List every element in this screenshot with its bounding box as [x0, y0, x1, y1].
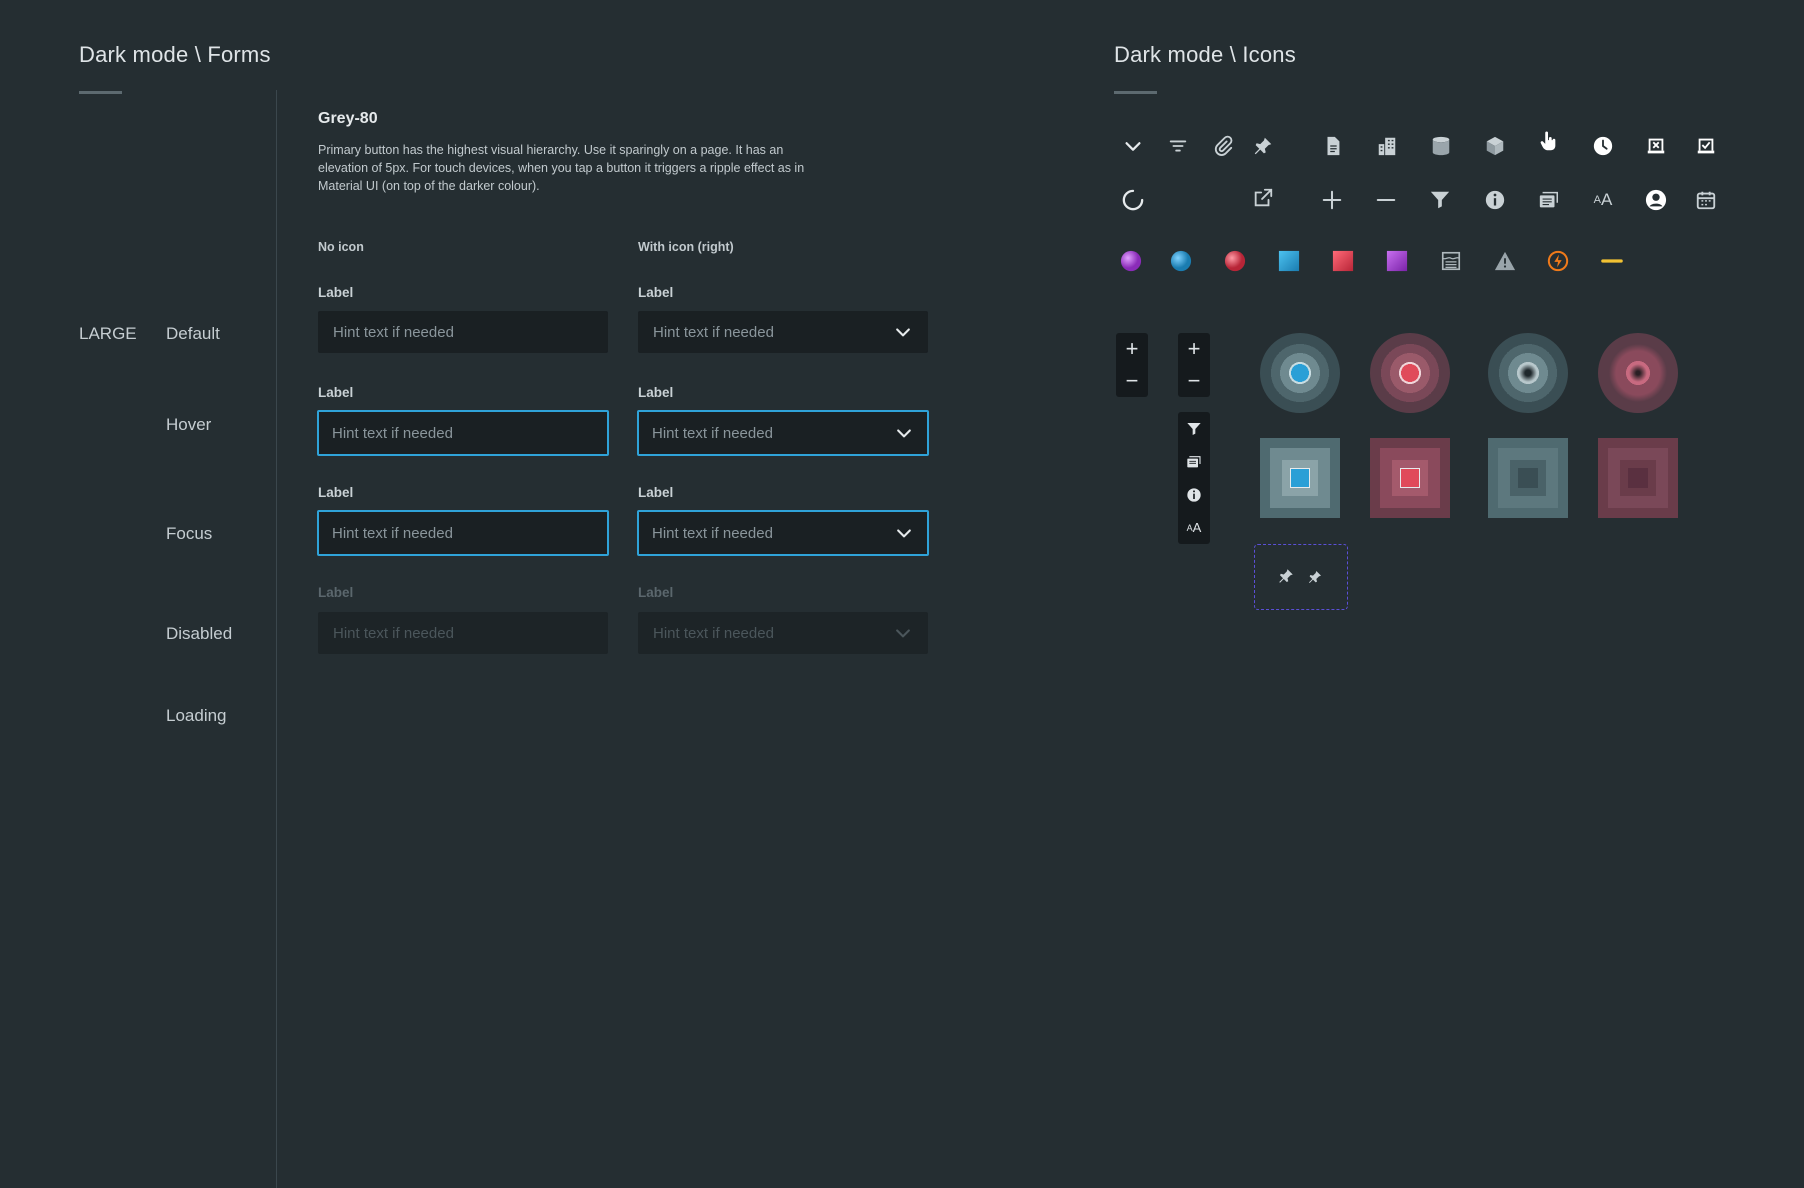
section-description: Primary button has the highest visual hi…: [318, 143, 805, 193]
font-size-icon[interactable]: AA: [1178, 511, 1210, 544]
zoom-out-button[interactable]: −: [1178, 365, 1210, 397]
column-header-no-icon: No icon: [318, 240, 364, 254]
input-hint: Hint text if needed: [653, 624, 774, 642]
forms-page-title: Dark mode \ Forms: [79, 42, 271, 67]
zoom-out-button[interactable]: −: [1116, 365, 1148, 397]
state-label-focus: Focus: [166, 524, 213, 543]
pin-icon[interactable]: [1277, 567, 1295, 585]
lightning-icon: [1544, 247, 1572, 275]
icons-page-title: Dark mode \ Icons: [1114, 42, 1296, 67]
blue-square-icon: [1275, 247, 1303, 275]
swatch-title: Grey-80: [318, 110, 378, 127]
field-label: Label: [638, 485, 674, 500]
cylinder-icon[interactable]: [1427, 132, 1455, 160]
buildings-icon[interactable]: [1373, 132, 1401, 160]
state-label-loading: Loading: [166, 706, 227, 725]
blue-sphere-icon: [1167, 247, 1195, 275]
cube-icon[interactable]: [1481, 132, 1509, 160]
column-header-with-icon: With icon (right): [638, 240, 734, 254]
external-link-icon[interactable]: [1249, 184, 1277, 212]
tray-x-icon[interactable]: [1642, 132, 1670, 160]
pin-variant-group: [1254, 544, 1348, 610]
user-circle-icon[interactable]: [1642, 186, 1670, 214]
hand-pointer-icon[interactable]: [1534, 128, 1562, 156]
water-tank-icon: [1437, 247, 1465, 275]
plus-icon[interactable]: [1318, 186, 1346, 214]
blue-square-marker: [1260, 438, 1340, 518]
select-input-hover[interactable]: Hint text if needed: [637, 410, 929, 456]
input-hint: Hint text if needed: [332, 424, 453, 442]
tray-check-icon[interactable]: [1692, 132, 1720, 160]
clock-icon[interactable]: [1589, 132, 1617, 160]
spinner-icon: [1119, 186, 1147, 214]
minus-icon[interactable]: [1372, 186, 1400, 214]
text-input-default[interactable]: Hint text if needed: [318, 311, 608, 353]
red-target-marker: [1370, 333, 1450, 413]
field-label: Label: [318, 285, 354, 300]
calendar-icon[interactable]: [1692, 186, 1720, 214]
grey-square-marker: [1488, 438, 1568, 518]
text-input-focus[interactable]: Hint text if needed: [317, 510, 609, 556]
input-hint: Hint text if needed: [333, 624, 454, 642]
input-hint: Hint text if needed: [653, 323, 774, 341]
pink-target-marker: [1598, 333, 1678, 413]
pin-icon[interactable]: [1307, 569, 1323, 585]
chevron-down-icon: [896, 629, 910, 638]
funnel-icon[interactable]: [1426, 186, 1454, 214]
select-input-focus[interactable]: Hint text if needed: [637, 510, 929, 556]
zoom-control: + −: [1178, 333, 1210, 397]
field-label-disabled: Label: [318, 585, 354, 600]
field-label: Label: [318, 485, 354, 500]
purple-sphere-icon: [1117, 247, 1145, 275]
text-input-hover[interactable]: Hint text if needed: [317, 410, 609, 456]
yellow-dash-icon: [1598, 247, 1626, 275]
field-label-disabled: Label: [638, 585, 674, 600]
stack-cards-icon[interactable]: [1535, 186, 1563, 214]
icons-title-underline: [1114, 91, 1157, 94]
info-icon[interactable]: [1178, 478, 1210, 511]
stack-cards-icon[interactable]: [1178, 445, 1210, 478]
funnel-icon[interactable]: [1178, 412, 1210, 445]
red-square-icon: [1329, 247, 1357, 275]
pin-icon[interactable]: [1249, 132, 1277, 160]
chevron-down-icon: [896, 328, 910, 337]
map-side-toolbar: AA: [1178, 412, 1210, 544]
zoom-in-button[interactable]: +: [1178, 333, 1210, 365]
filter-lines-icon[interactable]: [1164, 132, 1192, 160]
zoom-in-button[interactable]: +: [1116, 333, 1148, 365]
warning-icon: [1491, 247, 1519, 275]
chevron-down-icon[interactable]: [1119, 132, 1147, 160]
blue-target-marker: [1260, 333, 1340, 413]
grey-target-marker: [1488, 333, 1568, 413]
chevron-down-icon: [897, 429, 911, 438]
red-sphere-icon: [1221, 247, 1249, 275]
state-label-default: Default: [166, 324, 220, 343]
field-label: Label: [638, 385, 674, 400]
chevron-down-icon: [897, 529, 911, 538]
state-label-hover: Hover: [166, 415, 212, 434]
document-icon[interactable]: [1319, 132, 1347, 160]
field-label: Label: [638, 285, 674, 300]
pink-square-marker: [1598, 438, 1678, 518]
red-square-marker: [1370, 438, 1450, 518]
select-input-default[interactable]: Hint text if needed: [638, 311, 928, 353]
input-hint: Hint text if needed: [333, 323, 454, 341]
state-label-disabled: Disabled: [166, 624, 233, 643]
input-hint: Hint text if needed: [652, 424, 773, 442]
size-label-large: LARGE: [79, 324, 137, 343]
section-divider: [276, 90, 277, 1188]
input-hint: Hint text if needed: [652, 524, 773, 542]
select-input-disabled: Hint text if needed: [638, 612, 928, 654]
font-size-icon[interactable]: AAAA: [1589, 186, 1617, 214]
paperclip-icon[interactable]: [1209, 132, 1237, 160]
field-label: Label: [318, 385, 354, 400]
input-hint: Hint text if needed: [332, 524, 453, 542]
info-icon[interactable]: [1481, 186, 1509, 214]
purple-square-icon: [1383, 247, 1411, 275]
zoom-control: + −: [1116, 333, 1148, 397]
forms-title-underline: [79, 91, 122, 94]
text-input-disabled: Hint text if needed: [318, 612, 608, 654]
